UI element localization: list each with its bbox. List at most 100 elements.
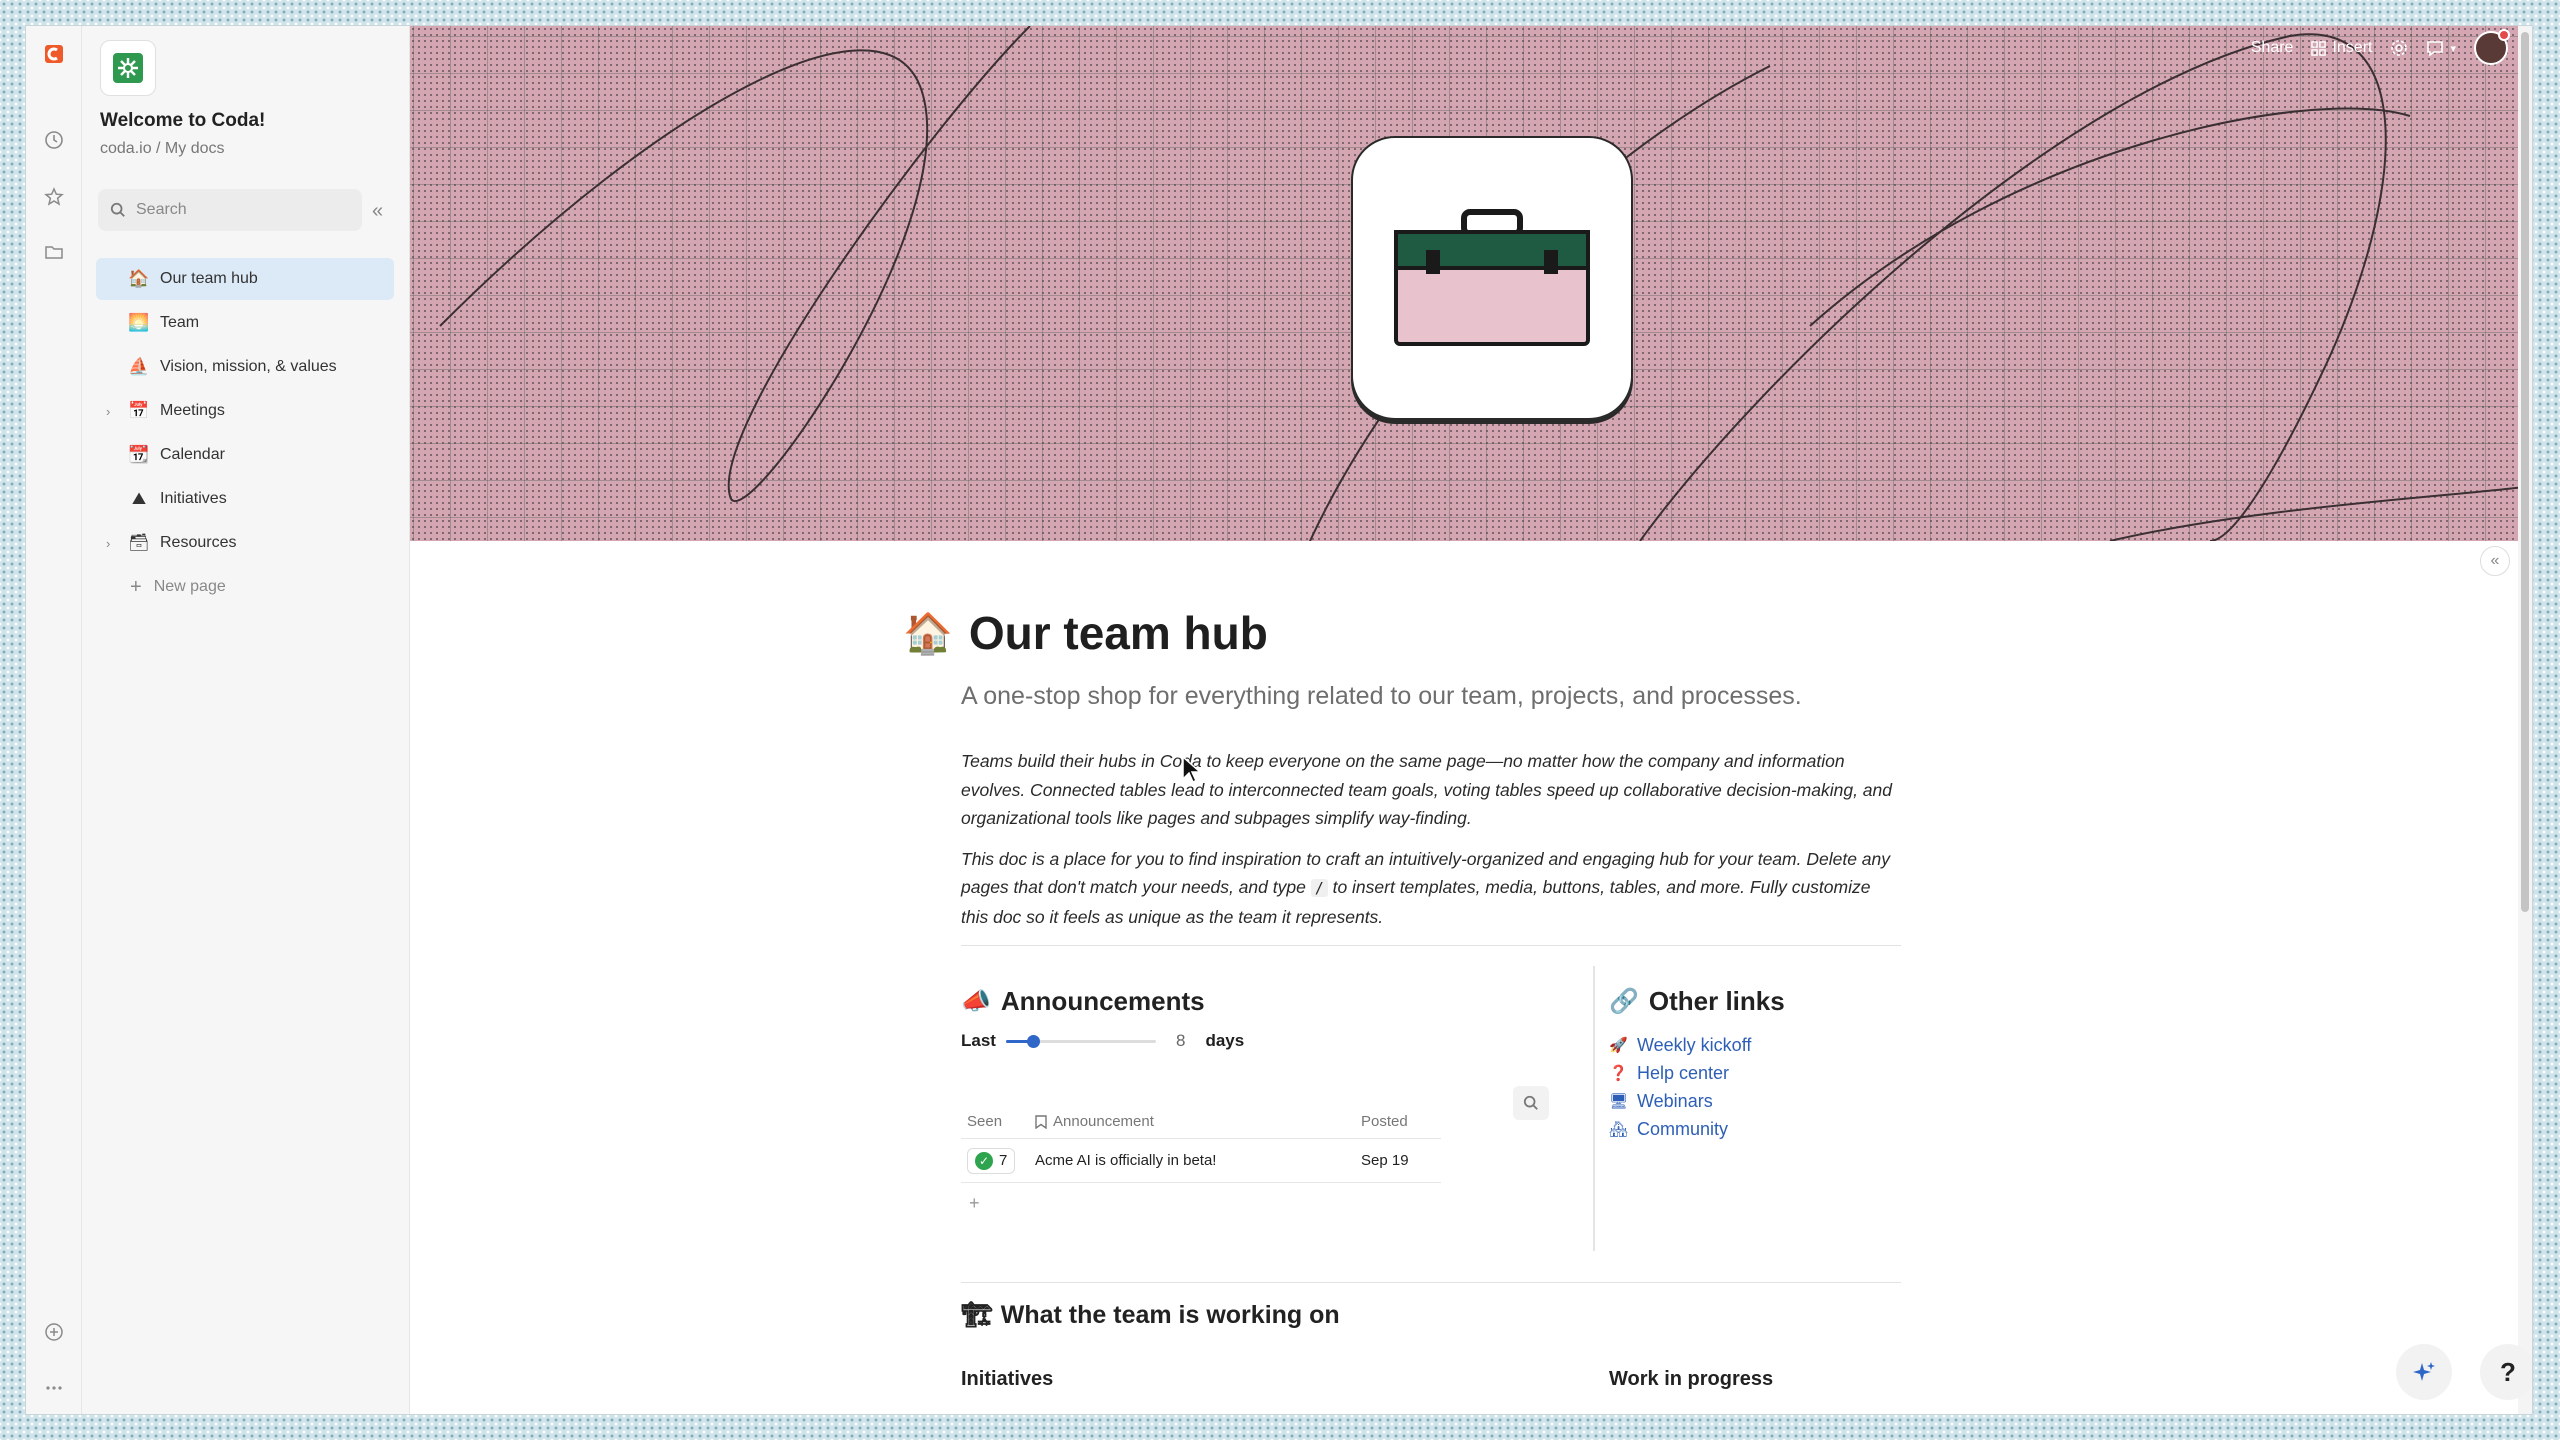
sidebar-item-vision[interactable]: ⛵ Vision, mission, & values xyxy=(96,346,394,388)
other-links-section: 🔗 Other links 🚀 Weekly kickoff ❓ Help ce… xyxy=(1609,986,1909,1143)
days-filter: Last 8 days xyxy=(961,1031,1561,1051)
toolbox-icon[interactable] xyxy=(1351,136,1633,420)
bookmark-icon xyxy=(1035,1114,1047,1129)
left-rail xyxy=(26,26,82,1414)
coda-logo-icon[interactable] xyxy=(40,40,68,68)
sidebar-item-our-team-hub[interactable]: 🏠 Our team hub xyxy=(96,258,394,300)
page-title-text[interactable]: Our team hub xyxy=(969,606,1268,660)
doc-title[interactable]: Welcome to Coda! xyxy=(100,110,265,132)
link-help-center[interactable]: ❓ Help center xyxy=(1609,1059,1909,1087)
doc-icon[interactable] xyxy=(100,40,156,96)
days-slider[interactable] xyxy=(1005,1031,1156,1051)
scrollbar-thumb[interactable] xyxy=(2521,32,2529,912)
sidebar-item-calendar[interactable]: 📆 Calendar xyxy=(96,434,394,476)
chevron-right-icon[interactable]: › xyxy=(106,536,110,551)
sidebar-item-label: Resources xyxy=(160,534,237,551)
grid-icon xyxy=(2311,40,2327,56)
starred-star-icon[interactable] xyxy=(40,183,68,211)
chevron-down-icon[interactable]: ▾ xyxy=(2450,42,2456,55)
column-header-posted[interactable]: Posted xyxy=(1351,1113,1441,1130)
mountain-icon: ⛰ xyxy=(131,489,147,508)
seen-cell[interactable]: ✓ 7 xyxy=(961,1147,1035,1174)
main-canvas: Share Insert ▾ « 🏠 Our team hub A one-st… xyxy=(410,26,2532,1414)
link-weekly-kickoff[interactable]: 🚀 Weekly kickoff xyxy=(1609,1031,1909,1059)
page-subtitle[interactable]: A one-stop shop for everything related t… xyxy=(961,682,1901,711)
sidebar-item-label: Meetings xyxy=(160,402,225,419)
seen-button[interactable]: ✓ 7 xyxy=(967,1147,1016,1174)
instructions-paragraph[interactable]: This doc is a place for you to find insp… xyxy=(961,845,1901,932)
new-page-label: New page xyxy=(153,578,226,595)
intro-paragraph[interactable]: Teams build their hubs in Coda to keep e… xyxy=(961,747,1901,833)
column-header-seen[interactable]: Seen xyxy=(961,1113,1035,1130)
column-divider[interactable] xyxy=(1593,966,1595,1251)
recent-clock-icon[interactable] xyxy=(40,126,68,154)
posted-cell[interactable]: Sep 19 xyxy=(1351,1152,1441,1169)
working-on-title[interactable]: What the team is working on xyxy=(1001,1301,1340,1330)
monitor-icon: 🖥 xyxy=(1609,1093,1629,1110)
sidebar-item-meetings[interactable]: › 📅 Meetings xyxy=(96,390,394,432)
question-icon: ❓ xyxy=(1609,1065,1628,1082)
search-input[interactable]: Search xyxy=(98,189,362,231)
link-community[interactable]: 🏘 Community xyxy=(1609,1115,1909,1143)
sparkle-icon xyxy=(2413,1362,2435,1381)
column-header-announcement[interactable]: Announcement xyxy=(1035,1113,1351,1130)
announcements-title[interactable]: Announcements xyxy=(1001,986,1205,1017)
share-button[interactable]: Share xyxy=(2251,39,2294,57)
search-placeholder: Search xyxy=(136,201,187,218)
sidebar-item-resources[interactable]: › 🗃 Resources xyxy=(96,522,394,564)
table-search-icon[interactable] xyxy=(1513,1086,1549,1120)
announcement-cell[interactable]: Acme AI is officially in beta! xyxy=(1035,1152,1351,1169)
collapse-sidebar-icon[interactable]: « xyxy=(372,200,383,223)
page-title: 🏠 Our team hub xyxy=(903,606,1901,660)
table-row[interactable]: ✓ 7 Acme AI is officially in beta! Sep 1… xyxy=(961,1139,1441,1183)
sidebar-item-initiatives[interactable]: ⛰ Initiatives xyxy=(96,478,394,520)
link-webinars[interactable]: 🖥 Webinars xyxy=(1609,1087,1909,1115)
check-icon: ✓ xyxy=(975,1151,993,1170)
link-icon: 🔗 xyxy=(1609,988,1639,1015)
app-window: Welcome to Coda! coda.io / My docs Searc… xyxy=(26,26,2532,1414)
top-toolbar: Share Insert ▾ xyxy=(2251,29,2510,65)
cover-banner: Share Insert ▾ xyxy=(410,26,2532,541)
sidebar-item-label: Team xyxy=(160,314,200,331)
link-label: Help center xyxy=(1637,1062,1730,1083)
plus-icon: + xyxy=(130,575,142,598)
comments-icon[interactable]: ▾ xyxy=(2426,39,2456,57)
other-links-title[interactable]: Other links xyxy=(1649,986,1785,1017)
folder-icon[interactable] xyxy=(40,238,68,266)
collapse-panel-icon[interactable]: « xyxy=(2480,546,2510,576)
sidebar-item-label: Initiatives xyxy=(160,490,227,507)
work-in-progress-heading[interactable]: Work in progress xyxy=(1609,1368,1773,1391)
link-label: Webinars xyxy=(1637,1090,1713,1111)
chevron-right-icon[interactable]: › xyxy=(106,404,110,419)
filter-value: 8 xyxy=(1175,1031,1186,1050)
sidebar-item-team[interactable]: 🌅 Team xyxy=(96,302,394,344)
other-links-heading: 🔗 Other links xyxy=(1609,986,1909,1017)
link-label: Weekly kickoff xyxy=(1637,1034,1752,1055)
slider-knob[interactable] xyxy=(1026,1035,1040,1048)
more-dots-icon[interactable] xyxy=(40,1374,68,1402)
scrollbar[interactable] xyxy=(2518,26,2532,1414)
search-icon xyxy=(110,202,125,217)
sidebar: Welcome to Coda! coda.io / My docs Searc… xyxy=(82,26,410,1414)
mouse-cursor-icon xyxy=(1182,755,1202,784)
initiatives-heading[interactable]: Initiatives xyxy=(961,1368,1053,1391)
insert-button[interactable]: Insert xyxy=(2311,39,2372,57)
sunrise-icon: 🌅 xyxy=(128,313,150,332)
ai-sparkle-button[interactable] xyxy=(2396,1344,2452,1400)
add-row-button[interactable]: + xyxy=(961,1193,1441,1214)
announcements-section: 📣 Announcements Last 8 days Seen Announc… xyxy=(961,986,1561,1214)
working-on-heading: 🏗 What the team is working on xyxy=(961,1301,1901,1330)
help-button[interactable]: ? xyxy=(2480,1344,2532,1400)
house-icon[interactable]: 🏠 xyxy=(903,610,953,657)
sidebar-item-label: Calendar xyxy=(160,446,225,463)
link-label: Community xyxy=(1637,1118,1729,1139)
working-on-subheads: Initiatives Work in progress xyxy=(961,1368,1901,1408)
add-circle-icon[interactable] xyxy=(40,1318,68,1346)
card-box-icon: 🗃 xyxy=(128,533,150,552)
new-page-button[interactable]: + New page xyxy=(96,566,394,608)
avatar[interactable] xyxy=(2474,29,2510,65)
doc-breadcrumb[interactable]: coda.io / My docs xyxy=(100,140,225,158)
rocket-icon: 🚀 xyxy=(1609,1037,1628,1054)
filter-suffix: days xyxy=(1205,1031,1245,1050)
gear-icon[interactable] xyxy=(2390,39,2408,57)
